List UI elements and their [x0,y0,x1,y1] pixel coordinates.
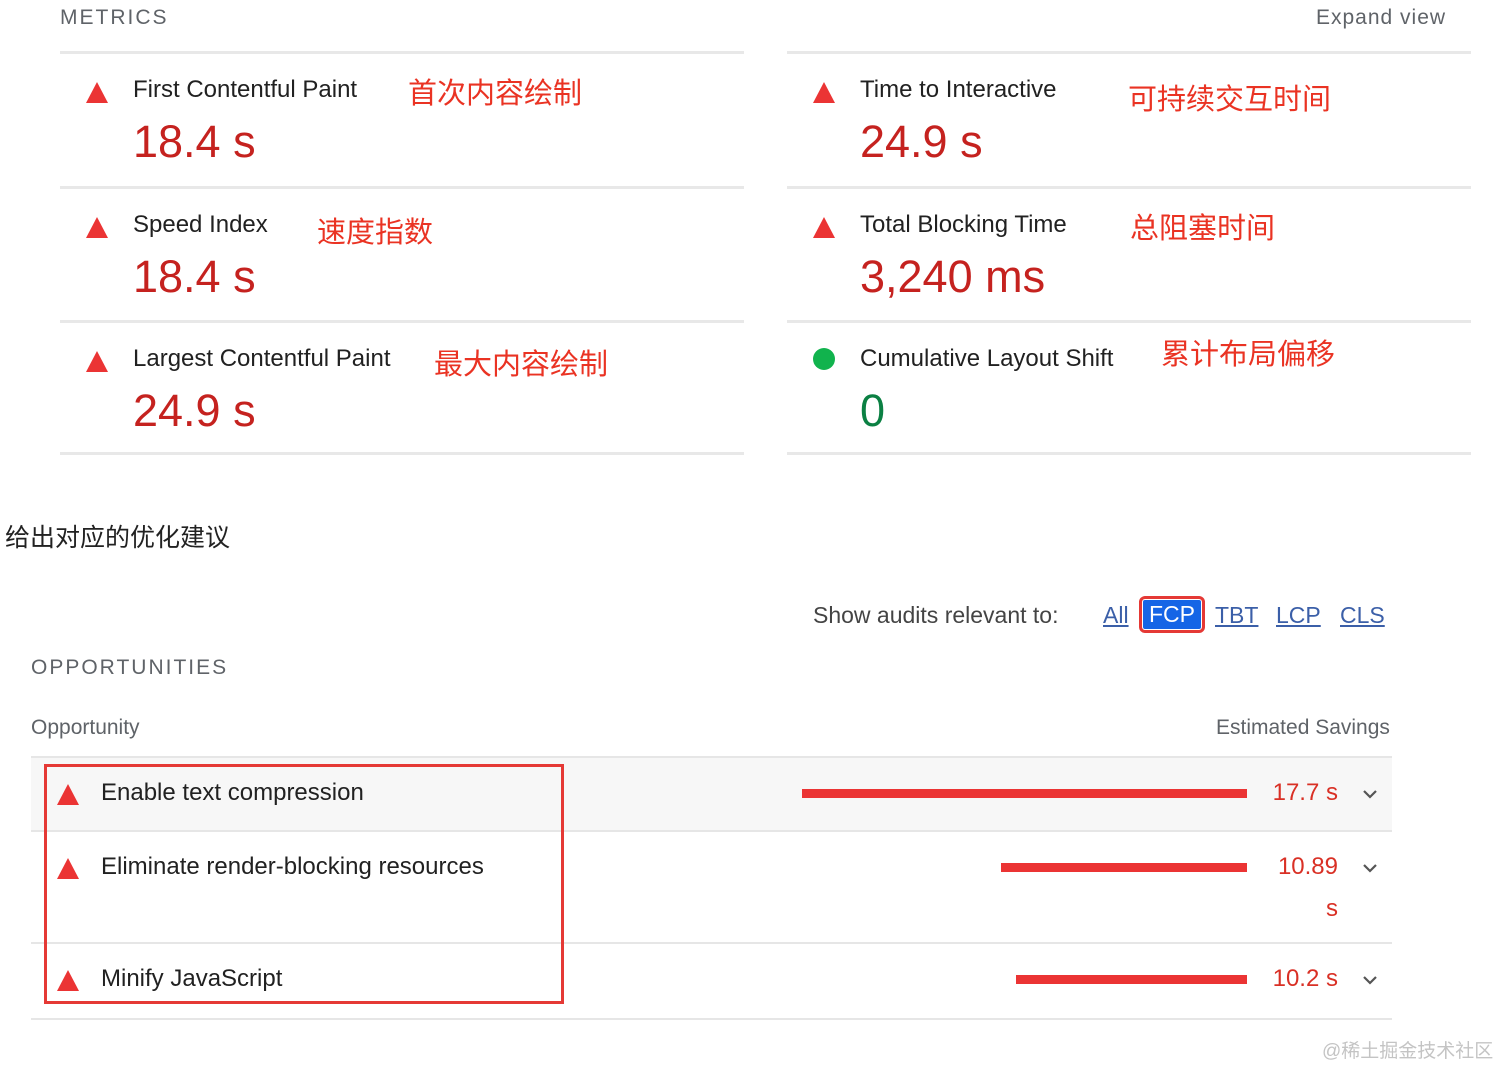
metric-value: 18.4 s [133,116,256,167]
chevron-down-icon[interactable] [1359,969,1381,991]
metric-name: Total Blocking Time [860,211,1067,238]
divider [60,452,744,455]
metric-largest-contentful-paint: Largest Contentful Paint 24.9 s 最大内容绘制 [60,323,750,453]
fail-triangle-icon [86,217,108,238]
metric-value: 24.9 s [860,116,983,167]
metric-first-contentful-paint: First Contentful Paint 18.4 s 首次内容绘制 [60,54,750,184]
column-header-estimated-savings: Estimated Savings [1216,716,1390,739]
opportunity-row[interactable]: Minify JavaScript 10.2 s [31,944,1392,1018]
metric-annotation: 累计布局偏移 [1161,339,1336,371]
savings-bar [1001,863,1247,872]
metric-value: 3,240 ms [860,251,1046,302]
expand-view-toggle[interactable]: Expand view [1316,6,1446,30]
savings-value: 10.2 s [1272,965,1338,992]
fail-triangle-icon [86,351,108,372]
fail-triangle-icon [86,82,108,103]
fail-triangle-icon [57,970,79,991]
fail-triangle-icon [813,217,835,238]
filter-lcp-link[interactable]: LCP [1276,602,1321,629]
savings-value: 17.7 s [1272,779,1338,806]
metric-cumulative-layout-shift: Cumulative Layout Shift 0 累计布局偏移 [787,323,1477,453]
metrics-section-title: METRICS [60,6,169,29]
savings-value: 10.89 s [1277,853,1338,922]
filter-fcp-link[interactable]: FCP [1139,596,1205,633]
fail-triangle-icon [57,858,79,879]
metric-name: Time to Interactive [860,76,1057,103]
filter-all-link[interactable]: All [1103,602,1129,629]
divider [787,452,1471,455]
fail-triangle-icon [813,82,835,103]
opportunity-row[interactable]: Enable text compression 17.7 s [31,758,1392,830]
opportunity-label: Minify JavaScript [101,965,283,992]
watermark: @稀土掘金技术社区 [1322,1041,1494,1062]
metric-name: First Contentful Paint [133,76,358,103]
opportunities-section-title: OPPORTUNITIES [31,656,229,679]
audit-filter-label: Show audits relevant to: [813,602,1059,628]
metric-annotation: 最大内容绘制 [434,349,609,381]
pass-circle-icon [813,348,835,370]
fail-triangle-icon [57,784,79,805]
chevron-down-icon[interactable] [1359,857,1381,879]
savings-bar [1016,975,1247,984]
column-header-opportunity: Opportunity [31,716,140,739]
opportunity-label: Eliminate render-blocking resources [101,853,484,880]
chevron-down-icon[interactable] [1359,783,1381,805]
metric-annotation: 首次内容绘制 [408,78,583,110]
metric-total-blocking-time: Total Blocking Time 3,240 ms 总阻塞时间 [787,189,1477,319]
divider [31,1018,1392,1020]
metric-value: 24.9 s [133,385,256,436]
metric-value: 18.4 s [133,251,256,302]
opportunity-label: Enable text compression [101,779,364,806]
metric-speed-index: Speed Index 18.4 s 速度指数 [60,189,750,319]
opportunity-row[interactable]: Eliminate render-blocking resources 10.8… [31,832,1392,942]
metric-annotation: 总阻塞时间 [1130,213,1276,245]
metric-name: Largest Contentful Paint [133,345,391,372]
metric-annotation: 速度指数 [317,217,434,249]
metric-time-to-interactive: Time to Interactive 24.9 s 可持续交互时间 [787,54,1477,184]
metric-name: Cumulative Layout Shift [860,345,1114,372]
note-text: 给出对应的优化建议 [5,524,231,552]
filter-tbt-link[interactable]: TBT [1215,602,1258,629]
metric-value: 0 [860,385,886,436]
savings-bar [802,789,1247,798]
metric-name: Speed Index [133,211,268,238]
filter-cls-link[interactable]: CLS [1340,602,1385,629]
metric-annotation: 可持续交互时间 [1128,84,1332,116]
